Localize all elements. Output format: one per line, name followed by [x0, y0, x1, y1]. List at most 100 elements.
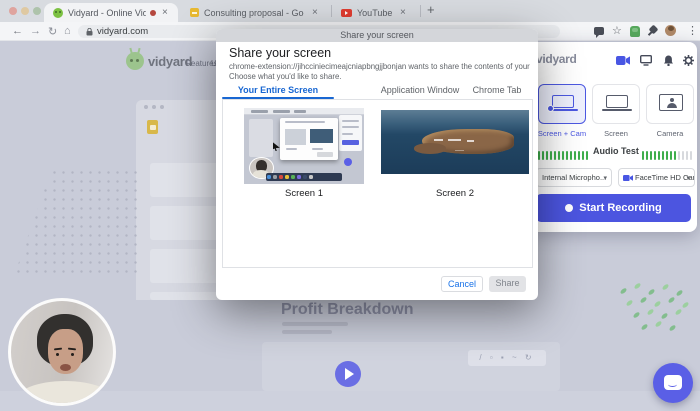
audio-level-bar [558, 151, 560, 160]
play-button[interactable] [335, 361, 361, 387]
audio-level-bar [582, 151, 584, 160]
screen-share-icon[interactable] [640, 55, 652, 66]
leaf-decoration [655, 320, 663, 328]
screen-picker-area: Screen 1 Screen 2 [222, 99, 533, 268]
new-tab-button[interactable]: + [427, 2, 435, 17]
audio-level-bar [642, 151, 644, 160]
leaf-decoration [634, 282, 642, 290]
window-dots [144, 105, 168, 109]
vidyard-logo-icon [126, 52, 144, 70]
tab-consulting-proposal[interactable]: Consulting proposal - Googl × [182, 3, 330, 22]
camera-select[interactable]: FaceTime HD Cam... ▾ [618, 168, 695, 187]
dock-app-icon [273, 175, 277, 179]
dock-app-icon [279, 175, 283, 179]
skeleton-line [282, 330, 332, 334]
window-zoom-button[interactable] [33, 7, 41, 15]
audio-level-bar [542, 151, 544, 160]
settings-gear-icon[interactable] [683, 55, 694, 66]
tab-strip: Vidyard - Online Video Ho × Consulting p… [0, 0, 700, 22]
tab-your-entire-screen[interactable]: Your Entire Screen [222, 85, 334, 95]
google-slides-favicon [190, 8, 199, 17]
screen-2-label: Screen 2 [381, 188, 529, 199]
share-button[interactable]: Share [489, 276, 526, 292]
camera-small-icon [623, 175, 633, 181]
chrome-menu-icon[interactable]: ⋮ [687, 24, 698, 37]
home-icon[interactable]: ⌂ [64, 25, 71, 37]
webcam-preview [8, 298, 116, 406]
leaf-decoration [669, 324, 677, 332]
mode-camera[interactable] [646, 84, 694, 124]
dialog-titlebar[interactable]: Share your screen [216, 29, 538, 42]
youtube-favicon [341, 9, 352, 17]
audio-level-bar [678, 151, 680, 160]
audio-level-bar [538, 151, 540, 160]
chevron-down-icon: ▾ [686, 170, 690, 187]
record-dot-icon [565, 204, 573, 212]
tab-vidyard[interactable]: Vidyard - Online Video Ho × [44, 3, 178, 22]
leaf-decoration [620, 287, 628, 295]
person-shirt [15, 381, 115, 406]
audio-level-bar [674, 151, 676, 160]
vidyard-favicon [53, 8, 63, 18]
audio-level-bar [690, 151, 692, 160]
bookmark-star-icon[interactable]: ☆ [612, 24, 622, 37]
dialog-description-2: Choose what you'd like to share. [229, 72, 531, 81]
leaf-decoration [668, 296, 676, 304]
mode-screen-cam[interactable] [538, 84, 586, 124]
cursor-icon [273, 142, 280, 151]
address-text: vidyard.com [97, 26, 148, 37]
mode-label-screen: Screen [588, 129, 644, 138]
comment-extension-icon[interactable] [594, 27, 604, 35]
panel-logo: vidyard [536, 52, 577, 66]
tab-close-icon[interactable]: × [400, 7, 406, 18]
dock-app-icon [297, 175, 301, 179]
audio-level-bar [654, 151, 656, 160]
leaf-decoration [676, 289, 684, 297]
tab-youtube[interactable]: YouTube × [334, 3, 416, 22]
pin-extension-icon[interactable] [649, 25, 659, 35]
slides-file-icon [147, 120, 158, 134]
audio-level-bar [578, 151, 580, 160]
screen-2-thumbnail[interactable] [381, 110, 529, 174]
tab-close-icon[interactable]: × [162, 7, 168, 18]
window-minimize-button[interactable] [21, 7, 29, 15]
start-recording-button[interactable]: Start Recording [536, 194, 691, 222]
video-camera-icon[interactable] [616, 56, 630, 65]
cancel-button[interactable]: Cancel [441, 276, 483, 292]
back-icon[interactable]: ← [12, 25, 23, 37]
audio-meter-left [538, 147, 590, 157]
window-close-button[interactable] [9, 7, 17, 15]
audio-level-bar [562, 151, 564, 160]
screen-1-thumbnail[interactable] [244, 108, 364, 184]
tab-close-icon[interactable]: × [312, 7, 318, 18]
play-icon [345, 368, 354, 380]
forward-icon[interactable]: → [30, 25, 41, 37]
audio-level-bar [554, 151, 556, 160]
leaf-decoration [626, 299, 634, 307]
dock-app-icon [309, 175, 313, 179]
leaf-decoration [682, 301, 690, 309]
profile-avatar[interactable] [665, 25, 676, 36]
audio-level-bar [646, 151, 648, 160]
share-screen-dialog: Share your screen Share your screen chro… [216, 29, 538, 300]
chat-widget-button[interactable] [653, 363, 693, 403]
audio-level-bar [662, 151, 664, 160]
dock-app-icon [285, 175, 289, 179]
microphone-select[interactable]: Internal Micropho... ▾ [536, 168, 612, 187]
leaf-decoration [675, 308, 683, 316]
dialog-description-1: chrome-extension://jihcciniecimeajcniapb… [229, 62, 531, 71]
audio-level-bar [546, 151, 548, 160]
slide-thumb [150, 163, 222, 197]
reload-icon[interactable]: ↻ [48, 25, 57, 38]
tab-chrome-tab[interactable]: Chrome Tab [462, 85, 532, 95]
cam-bubble-icon [547, 105, 554, 112]
leaf-decoration [640, 296, 648, 304]
audio-level-bar [658, 151, 660, 160]
notification-bell-icon[interactable] [663, 55, 674, 66]
lock-icon [86, 28, 93, 36]
dock-app-icon [303, 175, 307, 179]
vidyard-extension-icon[interactable] [630, 26, 640, 37]
audio-level-bar [574, 151, 576, 160]
mode-screen[interactable] [592, 84, 640, 124]
video-toolbar[interactable]: / ▫ ▪ ~ ↻ [468, 350, 546, 366]
